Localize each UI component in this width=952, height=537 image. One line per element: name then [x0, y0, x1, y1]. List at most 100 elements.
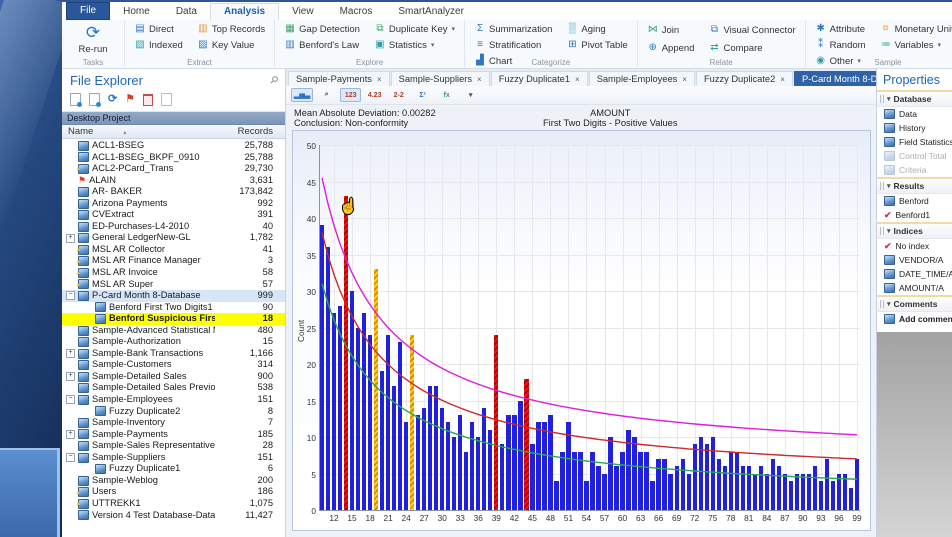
tree-row[interactable]: Benford First Two Digits190: [62, 302, 285, 314]
tree-row[interactable]: UTTREKK11,075: [62, 498, 285, 510]
chart-bar[interactable]: [831, 481, 835, 510]
chart-bar-flagged-high[interactable]: [494, 335, 498, 510]
ribbon-tab-home[interactable]: Home: [110, 4, 163, 20]
tree-row[interactable]: Sample-Sales Representatives28: [62, 440, 285, 452]
tree-row[interactable]: CVExtract391: [62, 209, 285, 221]
join-button[interactable]: ⋈Join: [645, 23, 697, 37]
chart-bar[interactable]: [476, 437, 480, 510]
values-button[interactable]: 4.23: [364, 88, 385, 102]
chart-bar[interactable]: [338, 306, 342, 510]
properties-item[interactable]: History: [877, 121, 952, 135]
chart-bar[interactable]: [350, 291, 354, 510]
formula-button[interactable]: fx: [436, 88, 457, 102]
properties-item[interactable]: ✔No index: [877, 239, 952, 253]
tree-row[interactable]: MSL AR Super57: [62, 279, 285, 291]
ribbon-tab-data[interactable]: Data: [163, 4, 210, 20]
ribbon-tab-macros[interactable]: Macros: [327, 4, 386, 20]
monetary-unit-button[interactable]: ¤Monetary Unit▾: [878, 22, 952, 36]
properties-item[interactable]: ✔Benford1: [877, 208, 952, 222]
chart-bar[interactable]: [711, 437, 715, 510]
chart-bar[interactable]: [795, 474, 799, 511]
properties-item[interactable]: Field Statistics: [877, 135, 952, 149]
tree-row[interactable]: Sample-Customers314: [62, 359, 285, 371]
chart-bar[interactable]: [368, 335, 372, 510]
chart-bar[interactable]: [855, 459, 859, 510]
chart-bar[interactable]: [723, 466, 727, 510]
zoom-button[interactable]: ⌕: [316, 88, 337, 102]
chart-bar[interactable]: [464, 452, 468, 510]
tree-row[interactable]: Arizona Payments992: [62, 198, 285, 210]
chart-bar[interactable]: [512, 415, 516, 510]
chart-bar[interactable]: [548, 415, 552, 510]
column-header-name[interactable]: Name▴: [62, 125, 211, 138]
chart-bar[interactable]: [326, 247, 330, 510]
tree-row[interactable]: Sample-Weblog200: [62, 475, 285, 487]
expand-toggle[interactable]: +: [66, 430, 75, 439]
view-table-icon[interactable]: [89, 93, 100, 106]
tree-row[interactable]: MSL AR Finance Manager3: [62, 255, 285, 267]
rerun-button[interactable]: ⟳ Re-run: [69, 22, 117, 56]
chart-bar[interactable]: [681, 459, 685, 510]
chart-bar[interactable]: [650, 481, 654, 510]
chart-bar[interactable]: [735, 452, 739, 510]
chart-bar[interactable]: [693, 444, 697, 510]
chart-bar[interactable]: [542, 422, 546, 510]
chart-bar[interactable]: [813, 466, 817, 510]
chart-bar[interactable]: [458, 415, 462, 510]
chart-bar[interactable]: [440, 408, 444, 510]
chart-bar[interactable]: [536, 422, 540, 510]
tree-row[interactable]: −P-Card Month 8-Database999: [62, 290, 285, 302]
expand-toggle[interactable]: +: [66, 372, 75, 381]
tree-row[interactable]: +Sample-Detailed Sales900: [62, 371, 285, 383]
sum-button[interactable]: Σ¹: [412, 88, 433, 102]
properties-item[interactable]: Benford: [877, 194, 952, 208]
tree-row[interactable]: Sample-Advanced Statistical Methods480: [62, 325, 285, 337]
properties-section-header[interactable]: ▾Comments: [877, 295, 952, 312]
tree-row[interactable]: MSL AR Invoice58: [62, 267, 285, 279]
chart-bar[interactable]: [518, 401, 522, 511]
chart-bar[interactable]: [386, 335, 390, 510]
chart-bar[interactable]: [656, 459, 660, 510]
chart-bar[interactable]: [759, 466, 763, 510]
aging-button[interactable]: ▒Aging: [564, 22, 629, 36]
ribbon-tab-analysis[interactable]: Analysis: [210, 3, 279, 20]
tree-row[interactable]: Sample-Detailed Sales Previous Year538: [62, 382, 285, 394]
variables-button[interactable]: ≔Variables▾: [878, 38, 952, 52]
tree-row[interactable]: Version 4 Test Database-Database11,427: [62, 510, 285, 522]
tree-row[interactable]: +Sample-Payments185: [62, 429, 285, 441]
direct-button[interactable]: ▤Direct: [132, 22, 185, 36]
statistics-button[interactable]: ▣Statistics▾: [372, 38, 457, 52]
ribbon-tab-view[interactable]: View: [279, 4, 327, 20]
document-tab[interactable]: Sample-Suppliers×: [391, 71, 490, 86]
expand-toggle[interactable]: +: [66, 349, 75, 358]
chart-bar[interactable]: [560, 452, 564, 510]
chart-bar[interactable]: [741, 466, 745, 510]
key-value-button[interactable]: ▨Key Value: [195, 38, 267, 52]
chart-bar[interactable]: [596, 466, 600, 510]
benfords-law-button[interactable]: ▥Benford's Law: [282, 38, 362, 52]
chart-bar[interactable]: [578, 452, 582, 510]
tree-row[interactable]: +General LedgerNew-GL1,782: [62, 232, 285, 244]
tree-row[interactable]: ACL1-BSEG25,788: [62, 140, 285, 152]
chart-bar[interactable]: [356, 328, 360, 511]
chart-bar[interactable]: [554, 481, 558, 510]
chart-bar[interactable]: [506, 415, 510, 510]
new-table-icon[interactable]: [70, 93, 81, 106]
expand-toggle[interactable]: −: [66, 291, 75, 300]
tree-row[interactable]: ACL2-PCard_Trans29,730: [62, 163, 285, 175]
chart-bar[interactable]: [590, 452, 594, 510]
chart-bar[interactable]: [662, 459, 666, 510]
chart-bar[interactable]: [620, 452, 624, 510]
delete-icon[interactable]: [143, 94, 153, 106]
summarization-button[interactable]: ΣSummarization: [472, 22, 554, 36]
pin-icon[interactable]: ⚲: [267, 74, 280, 87]
chart-bar[interactable]: [789, 481, 793, 510]
chart-bar-flagged-marginal[interactable]: [410, 335, 414, 510]
chart-bar[interactable]: [572, 452, 576, 510]
attribute-button[interactable]: ✱Attribute: [813, 22, 868, 36]
chart-bar[interactable]: [608, 437, 612, 510]
tree-row[interactable]: Users186: [62, 486, 285, 498]
properties-item[interactable]: AMOUNT/A: [877, 281, 952, 295]
chart-bar-flagged-marginal[interactable]: [374, 269, 378, 510]
chart-bar[interactable]: [470, 422, 474, 510]
